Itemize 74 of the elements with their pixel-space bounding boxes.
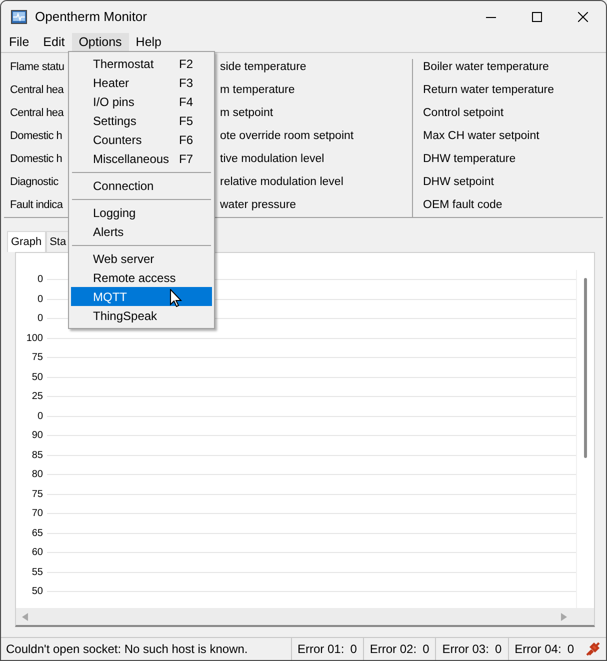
menu-item[interactable]: Options bbox=[72, 33, 129, 51]
field-label: DHW setpoint bbox=[423, 175, 494, 190]
axis-label: 50 bbox=[30, 372, 43, 383]
axis-label: 70 bbox=[30, 508, 43, 520]
axis-label: 65 bbox=[30, 528, 43, 539]
field-label: Return water temperature bbox=[423, 83, 554, 98]
menu-item[interactable]: Thermostat F2 bbox=[71, 54, 212, 73]
field-label: OEM fault code bbox=[423, 198, 502, 213]
axis-label: 75 bbox=[30, 488, 43, 500]
axis-label: 0 bbox=[36, 410, 43, 422]
field-label: Control setpoint bbox=[423, 106, 504, 121]
cursor-icon bbox=[170, 289, 182, 307]
axis-label: 80 bbox=[30, 469, 43, 480]
axis-label: 75 bbox=[30, 352, 43, 364]
axis-label: 60 bbox=[30, 547, 43, 558]
axis-label: 100 bbox=[25, 332, 43, 344]
maximize-icon bbox=[532, 12, 542, 22]
status-message: Couldn't open socket: No such host is known. bbox=[5, 642, 249, 656]
menu-item[interactable]: Remote access bbox=[71, 268, 212, 287]
axis-label: 25 bbox=[30, 391, 43, 402]
field-label: m temperature bbox=[220, 83, 295, 98]
error-label: Error 02: bbox=[370, 642, 417, 656]
axis-label: 0 bbox=[36, 313, 43, 324]
field-label: m setpoint bbox=[220, 106, 274, 121]
app-icon bbox=[11, 10, 27, 24]
field-label: Central hea bbox=[10, 106, 64, 121]
error-count: 0 bbox=[422, 642, 430, 656]
menu-item[interactable]: Edit bbox=[36, 33, 72, 51]
field-label: Flame statu bbox=[10, 60, 64, 75]
scroll-left-icon[interactable] bbox=[21, 612, 29, 622]
error-label: Error 01: bbox=[298, 642, 344, 656]
field-label: side temperature bbox=[220, 60, 306, 75]
menu-item[interactable]: Logging bbox=[71, 203, 212, 222]
menu-item[interactable]: I/O pins F4 bbox=[71, 92, 212, 111]
field-label: DHW temperature bbox=[423, 152, 516, 167]
horizontal-scrollbar[interactable] bbox=[16, 608, 594, 625]
field-label: Central hea bbox=[10, 83, 64, 98]
axis-label: 90 bbox=[30, 430, 43, 442]
scroll-right-icon[interactable] bbox=[560, 612, 568, 622]
field-label: water pressure bbox=[220, 198, 296, 213]
menu-item[interactable]: Miscellaneous F7 bbox=[71, 149, 212, 168]
menu-item[interactable]: File bbox=[2, 33, 36, 51]
menu-item[interactable]: Connection bbox=[71, 176, 212, 195]
menu-item[interactable]: Alerts bbox=[71, 222, 212, 241]
menu-item[interactable]: Heater F3 bbox=[71, 73, 212, 92]
error-label: Error 03: bbox=[442, 642, 489, 656]
axis-label: 0 bbox=[36, 274, 43, 286]
menu-item[interactable]: Web server bbox=[71, 249, 212, 268]
field-label: Domestic h bbox=[10, 152, 62, 167]
menu-item[interactable]: MQTT bbox=[71, 287, 212, 306]
menu-item[interactable]: ThingSpeak bbox=[71, 306, 212, 325]
axis-label: 0 bbox=[36, 294, 43, 305]
axis-label: 50 bbox=[30, 586, 43, 598]
error-label: Error 04: bbox=[514, 642, 562, 656]
field-label: Fault indica bbox=[10, 198, 63, 213]
error-count: 0 bbox=[350, 642, 357, 656]
axis-label: 85 bbox=[30, 450, 43, 461]
field-label: Diagnostic bbox=[10, 175, 58, 190]
field-label: relative modulation level bbox=[220, 175, 344, 190]
tab[interactable]: Graph bbox=[7, 231, 46, 252]
close-icon bbox=[578, 12, 588, 22]
field-label: tive modulation level bbox=[220, 152, 324, 167]
axis-label: 55 bbox=[30, 566, 43, 578]
menu-item[interactable]: Settings F5 bbox=[71, 111, 212, 130]
menu-item[interactable]: Help bbox=[128, 33, 169, 51]
field-label: Domestic h bbox=[10, 129, 62, 144]
window-title: Opentherm Monitor bbox=[35, 9, 148, 24]
error-count: 0 bbox=[567, 642, 574, 656]
menu-item[interactable]: Counters F6 bbox=[71, 130, 212, 149]
plug-icon bbox=[585, 641, 601, 657]
error-count: 0 bbox=[494, 642, 502, 656]
field-label: Boiler water temperature bbox=[423, 60, 549, 75]
field-label: ote override room setpoint bbox=[220, 129, 354, 144]
field-label: Max CH water setpoint bbox=[423, 129, 540, 144]
